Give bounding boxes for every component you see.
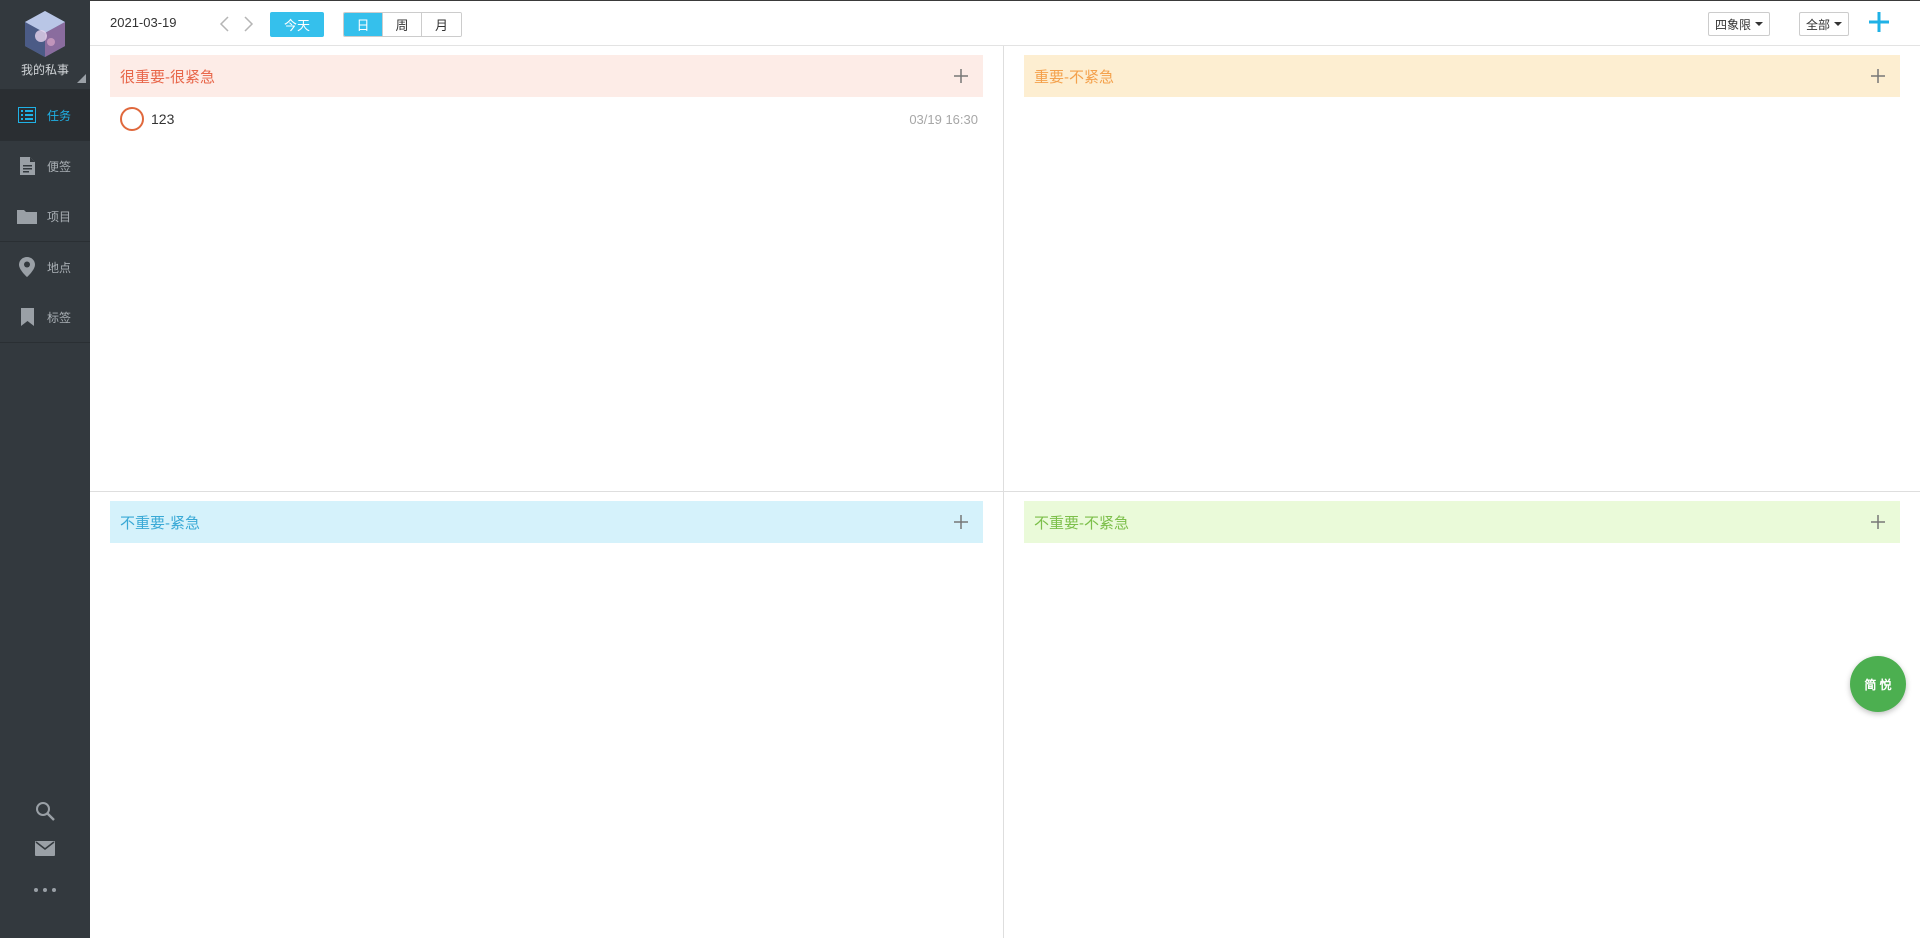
plus-icon bbox=[954, 69, 968, 83]
sidebar-item-label: 任务 bbox=[47, 108, 72, 123]
quadrant-title: 很重要-很紧急 bbox=[120, 68, 215, 86]
dropdown-corner-icon bbox=[77, 74, 86, 83]
task-list-icon bbox=[17, 105, 37, 125]
divider bbox=[0, 342, 90, 343]
sidebar-item-projects[interactable]: 项目 bbox=[0, 191, 90, 241]
quadrant-not-urgent-not-important: 不重要-不紧急 bbox=[1004, 492, 1920, 938]
prev-date-button[interactable] bbox=[217, 15, 233, 33]
plus-icon bbox=[1871, 69, 1885, 83]
plus-icon bbox=[1871, 515, 1885, 529]
task-title[interactable]: 123 bbox=[151, 111, 909, 127]
quadrant-urgent-important: 很重要-很紧急 123 03/19 16:30 bbox=[90, 46, 1003, 491]
quadrant-header: 重要-不紧急 bbox=[1024, 55, 1900, 97]
plus-icon bbox=[954, 515, 968, 529]
location-pin-icon bbox=[17, 257, 37, 277]
quadrant-add-button[interactable] bbox=[1868, 66, 1888, 86]
quadrant-title: 重要-不紧急 bbox=[1034, 68, 1114, 86]
quadrant-title: 不重要-不紧急 bbox=[1034, 514, 1129, 532]
sidebar-item-notes[interactable]: 便签 bbox=[0, 141, 90, 191]
chevron-left-icon bbox=[217, 16, 233, 37]
quadrant-important-not-urgent: 重要-不紧急 bbox=[1004, 46, 1920, 491]
folder-icon bbox=[17, 206, 37, 226]
layout-dropdown[interactable]: 四象限 bbox=[1707, 12, 1770, 36]
sidebar-item-label: 地点 bbox=[47, 260, 72, 275]
chevron-right-icon bbox=[240, 16, 256, 37]
more-button[interactable] bbox=[0, 870, 90, 908]
view-day-button[interactable]: 日 bbox=[344, 13, 383, 36]
mail-icon bbox=[35, 841, 55, 861]
sidebar-item-locations[interactable]: 地点 bbox=[0, 242, 90, 292]
view-switcher: 日 周 月 bbox=[343, 12, 462, 37]
bookmark-icon bbox=[17, 307, 37, 327]
current-date: 2021-03-19 bbox=[110, 15, 177, 30]
sidebar-bottom-tools bbox=[0, 794, 90, 908]
quadrant-header: 不重要-不紧急 bbox=[1024, 501, 1900, 543]
layout-dropdown-value: 四象限 bbox=[1714, 17, 1751, 32]
filter-dropdown[interactable]: 全部 bbox=[1798, 12, 1849, 36]
caret-down-icon bbox=[1755, 22, 1763, 26]
more-icon bbox=[33, 880, 57, 898]
avatar bbox=[25, 11, 65, 57]
caret-down-icon bbox=[1834, 22, 1842, 26]
quadrant-header: 很重要-很紧急 bbox=[110, 55, 983, 97]
quadrant-grid: 很重要-很紧急 123 03/19 16:30 重要-不紧急 不重要-紧急 不重… bbox=[90, 46, 1920, 938]
view-month-button[interactable]: 月 bbox=[422, 13, 461, 36]
quadrant-header: 不重要-紧急 bbox=[110, 501, 983, 543]
task-row: 123 03/19 16:30 bbox=[120, 106, 978, 132]
profile-switcher[interactable]: 我的私事 bbox=[0, 0, 90, 90]
quadrant-urgent-not-important: 不重要-紧急 bbox=[90, 492, 1003, 938]
next-date-button[interactable] bbox=[240, 15, 256, 33]
quadrant-add-button[interactable] bbox=[1868, 512, 1888, 532]
note-icon bbox=[17, 156, 37, 176]
reader-mode-button[interactable]: 简 悦 bbox=[1850, 656, 1906, 712]
quadrant-add-button[interactable] bbox=[951, 512, 971, 532]
quadrant-add-button[interactable] bbox=[951, 66, 971, 86]
sidebar-item-label: 项目 bbox=[47, 209, 72, 224]
task-checkbox[interactable] bbox=[120, 107, 144, 131]
filter-dropdown-value: 全部 bbox=[1805, 17, 1830, 32]
view-week-button[interactable]: 周 bbox=[383, 13, 422, 36]
messages-button[interactable] bbox=[0, 832, 90, 870]
sidebar-item-tasks[interactable]: 任务 bbox=[0, 90, 90, 140]
sidebar-item-tags[interactable]: 标签 bbox=[0, 292, 90, 342]
quadrant-title: 不重要-紧急 bbox=[120, 514, 200, 532]
search-icon bbox=[35, 801, 55, 826]
plus-icon bbox=[1866, 12, 1892, 39]
toolbar: 2021-03-19 今天 日 周 月 四象限 全部 bbox=[90, 0, 1920, 46]
sidebar-item-label: 便签 bbox=[47, 159, 72, 174]
search-button[interactable] bbox=[0, 794, 90, 832]
add-task-button[interactable] bbox=[1866, 9, 1892, 35]
today-button[interactable]: 今天 bbox=[270, 12, 324, 37]
sidebar: 我的私事 任务 便签 项目 地点 标签 bbox=[0, 0, 90, 938]
task-time: 03/19 16:30 bbox=[909, 111, 978, 127]
sidebar-item-label: 标签 bbox=[47, 310, 72, 325]
